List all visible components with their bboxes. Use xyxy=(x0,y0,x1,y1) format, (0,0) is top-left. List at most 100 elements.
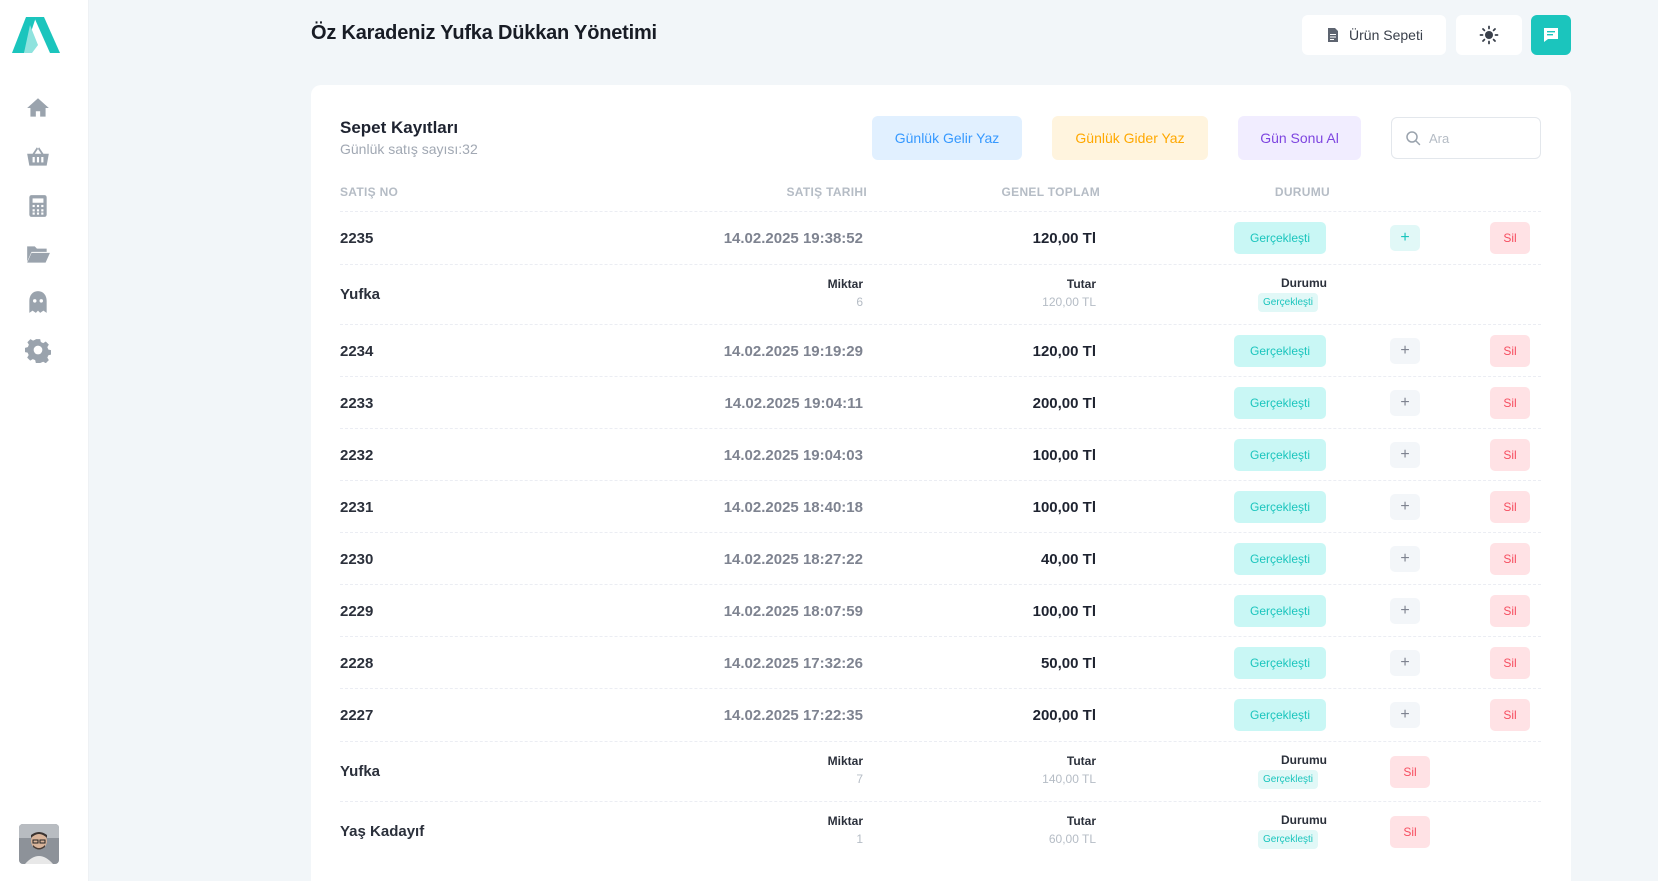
theme-toggle-button[interactable] xyxy=(1456,15,1522,55)
detail-product-name: Yufka xyxy=(340,763,381,780)
sale-no: 2233 xyxy=(340,395,374,412)
detail-status-badge: Gerçekleşti xyxy=(1258,770,1319,789)
expand-button[interactable]: + xyxy=(1390,598,1420,624)
table-row[interactable]: 2230 14.02.2025 18:27:22 40,00 Tl Gerçek… xyxy=(340,532,1541,584)
detail-qty: 7 xyxy=(856,772,863,786)
delete-button[interactable]: Sil xyxy=(1490,543,1530,575)
detail-status-label: Durumu xyxy=(1281,813,1327,827)
document-icon xyxy=(1328,28,1339,42)
table-row[interactable]: 2231 14.02.2025 18:40:18 100,00 Tl Gerçe… xyxy=(340,480,1541,532)
sale-total: 100,00 Tl xyxy=(1032,603,1096,620)
sale-total: 100,00 Tl xyxy=(1032,447,1096,464)
basket-icon[interactable] xyxy=(24,143,52,171)
detail-amount-label: Tutar xyxy=(1066,754,1096,768)
detail-delete-button[interactable]: Sil xyxy=(1390,816,1430,848)
delete-button[interactable]: Sil xyxy=(1490,222,1530,254)
sale-date: 14.02.2025 18:27:22 xyxy=(723,551,863,568)
detail-amount-label: Tutar xyxy=(1066,277,1096,291)
expand-button[interactable]: + xyxy=(1390,650,1420,676)
status-badge: Gerçekleşti xyxy=(1234,387,1326,419)
expand-button[interactable]: + xyxy=(1390,390,1420,416)
status-badge: Gerçekleşti xyxy=(1234,647,1326,679)
status-badge: Gerçekleşti xyxy=(1234,335,1326,367)
column-header-sale-date: SATIŞ TARIHI xyxy=(786,185,867,199)
expand-button[interactable]: + xyxy=(1390,338,1420,364)
gear-icon[interactable] xyxy=(24,336,52,364)
daily-expense-button[interactable]: Günlük Gider Yaz xyxy=(1052,116,1208,160)
delete-button[interactable]: Sil xyxy=(1490,491,1530,523)
chat-icon xyxy=(1544,28,1558,42)
home-icon[interactable] xyxy=(24,94,52,122)
table-row[interactable]: 2229 14.02.2025 18:07:59 100,00 Tl Gerçe… xyxy=(340,584,1541,636)
table-row[interactable]: 2227 14.02.2025 17:22:35 200,00 Tl Gerçe… xyxy=(340,688,1541,741)
product-cart-button[interactable]: Ürün Sepeti xyxy=(1302,15,1446,55)
sale-total: 120,00 Tl xyxy=(1032,343,1096,360)
expand-button[interactable]: + xyxy=(1390,442,1420,468)
daily-income-button[interactable]: Günlük Gelir Yaz xyxy=(872,116,1022,160)
column-header-total: GENEL TOPLAM xyxy=(1001,185,1100,199)
sale-date: 14.02.2025 19:04:11 xyxy=(724,395,863,412)
sale-total: 200,00 Tl xyxy=(1032,707,1096,724)
column-header-sale-no: SATIŞ NO xyxy=(340,185,399,199)
detail-amount-label: Tutar xyxy=(1066,814,1096,828)
expand-button[interactable]: + xyxy=(1390,225,1420,251)
chat-button[interactable] xyxy=(1531,15,1571,55)
status-badge: Gerçekleşti xyxy=(1234,595,1326,627)
expand-button[interactable]: + xyxy=(1390,494,1420,520)
table-row[interactable]: 2235 14.02.2025 19:38:52 120,00 Tl Gerçe… xyxy=(340,211,1541,264)
detail-delete-button[interactable]: Sil xyxy=(1390,756,1430,788)
page-title: Öz Karadeniz Yufka Dükkan Yönetimi xyxy=(311,22,657,44)
search-icon xyxy=(1406,131,1421,146)
status-badge: Gerçekleşti xyxy=(1234,543,1326,575)
delete-button[interactable]: Sil xyxy=(1490,699,1530,731)
sale-date: 14.02.2025 19:04:03 xyxy=(723,447,863,464)
delete-button[interactable]: Sil xyxy=(1490,387,1530,419)
sale-total: 40,00 Tl xyxy=(1040,551,1096,568)
status-badge: Gerçekleşti xyxy=(1234,491,1326,523)
table-row[interactable]: 2234 14.02.2025 19:19:29 120,00 Tl Gerçe… xyxy=(340,324,1541,376)
detail-row: Yufka Miktar 7 Tutar 140,00 TL Durumu Ge… xyxy=(340,741,1541,801)
status-badge: Gerçekleşti xyxy=(1234,699,1326,731)
detail-product-name: Yufka xyxy=(340,286,381,303)
detail-qty: 1 xyxy=(856,832,863,846)
calculator-icon[interactable] xyxy=(24,192,52,220)
detail-qty: 6 xyxy=(856,295,863,309)
sale-no: 2235 xyxy=(340,230,374,247)
detail-row: Yaş Kadayıf Miktar 1 Tutar 60,00 TL Duru… xyxy=(340,801,1541,861)
search-field[interactable] xyxy=(1391,117,1541,159)
delete-button[interactable]: Sil xyxy=(1490,647,1530,679)
sale-no: 2229 xyxy=(340,603,374,620)
sale-total: 100,00 Tl xyxy=(1032,499,1096,516)
status-badge: Gerçekleşti xyxy=(1234,222,1326,254)
end-of-day-button[interactable]: Gün Sonu Al xyxy=(1238,116,1361,160)
sale-date: 14.02.2025 17:32:26 xyxy=(723,655,863,672)
delete-button[interactable]: Sil xyxy=(1490,439,1530,471)
delete-button[interactable]: Sil xyxy=(1490,595,1530,627)
avatar[interactable] xyxy=(19,824,59,864)
detail-product-name: Yaş Kadayıf xyxy=(340,823,425,840)
search-input[interactable] xyxy=(1429,130,1529,146)
sale-date: 14.02.2025 19:38:52 xyxy=(723,230,863,247)
expand-button[interactable]: + xyxy=(1390,546,1420,572)
sales-card: Sepet Kayıtları Günlük satış sayısı:32 G… xyxy=(311,85,1571,881)
table-row[interactable]: 2233 14.02.2025 19:04:11 200,00 Tl Gerçe… xyxy=(340,376,1541,428)
status-badge: Gerçekleşti xyxy=(1234,439,1326,471)
table-row[interactable]: 2228 14.02.2025 17:32:26 50,00 Tl Gerçek… xyxy=(340,636,1541,688)
sale-date: 14.02.2025 18:07:59 xyxy=(723,603,863,620)
card-title: Sepet Kayıtları xyxy=(340,118,459,137)
sidebar xyxy=(0,0,89,881)
sale-no: 2230 xyxy=(340,551,374,568)
folder-icon[interactable] xyxy=(24,240,52,268)
sale-date: 14.02.2025 17:22:35 xyxy=(723,707,863,724)
daily-sales-count: Günlük satış sayısı:32 xyxy=(340,141,478,157)
sale-no: 2231 xyxy=(340,499,374,516)
ghost-icon[interactable] xyxy=(24,288,52,316)
expand-button[interactable]: + xyxy=(1390,702,1420,728)
column-header-status: DURUMU xyxy=(1274,185,1330,199)
delete-button[interactable]: Sil xyxy=(1490,335,1530,367)
table-row[interactable]: 2232 14.02.2025 19:04:03 100,00 Tl Gerçe… xyxy=(340,428,1541,480)
detail-amount: 140,00 TL xyxy=(1042,772,1096,786)
detail-qty-label: Miktar xyxy=(827,754,863,768)
sale-no: 2228 xyxy=(340,655,374,672)
brand-logo[interactable] xyxy=(12,17,64,53)
